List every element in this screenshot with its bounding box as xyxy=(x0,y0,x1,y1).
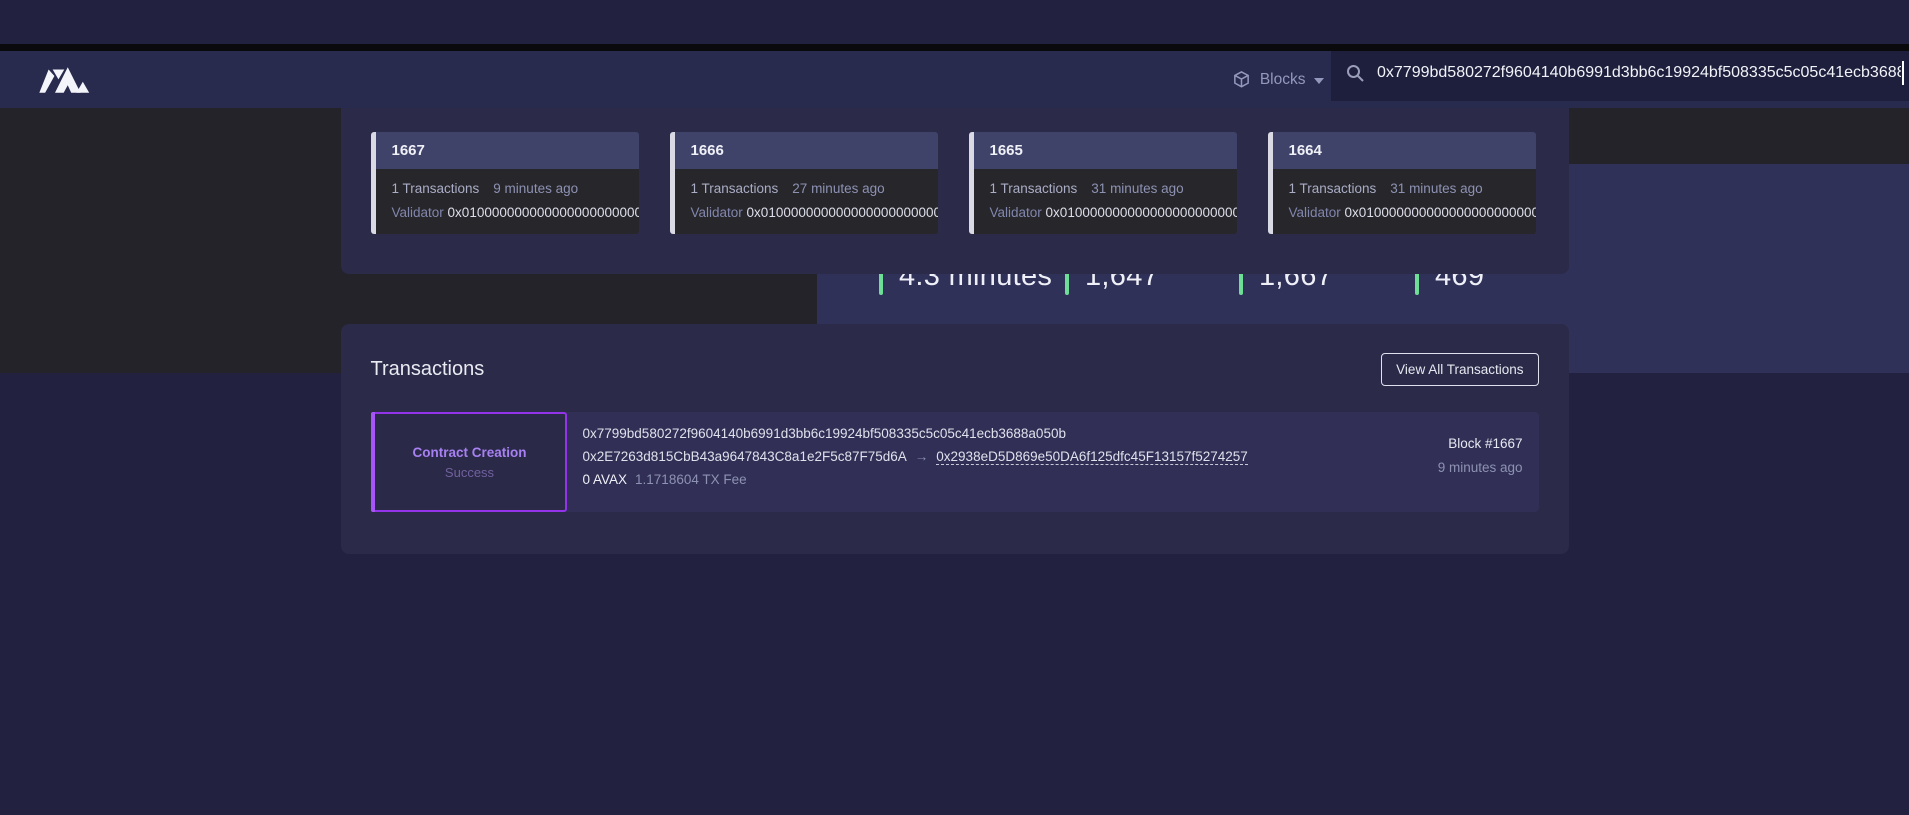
view-all-transactions-button[interactable]: View All Transactions xyxy=(1381,353,1538,386)
transaction-to-address[interactable]: 0x2938eD5D869e50DA6f125dfc45F13157f52742… xyxy=(936,449,1248,465)
transaction-age: 9 minutes ago xyxy=(1438,460,1523,475)
top-strip xyxy=(0,44,1909,51)
transactions-section: Transactions View All Transactions Contr… xyxy=(341,324,1569,554)
block-tx-count: 1 Transactions xyxy=(1289,181,1377,196)
transactions-section-title: Transactions xyxy=(371,358,485,381)
validator-label: Validator xyxy=(1289,205,1341,220)
search-input[interactable] xyxy=(1377,64,1901,82)
search-icon xyxy=(1345,63,1365,83)
validator-label: Validator xyxy=(990,205,1042,220)
block-card[interactable]: 1665 1 Transactions 31 minutes ago Valida… xyxy=(969,132,1237,234)
transaction-fee: 1.1718604 TX Fee xyxy=(635,472,747,487)
validator-address: 0x010000000000000000000000... xyxy=(747,205,938,220)
transaction-from-address[interactable]: 0x2E7263d815CbB43a9647843C8a1e2F5c87F75d… xyxy=(583,449,907,464)
transaction-status-badge: Contract Creation Success xyxy=(371,412,567,512)
block-age: 9 minutes ago xyxy=(493,181,578,196)
block-tx-count: 1 Transactions xyxy=(392,181,480,196)
navbar: Blocks Transactions Accounts xyxy=(0,44,1909,108)
block-age: 31 minutes ago xyxy=(1091,181,1183,196)
avalanche-logo[interactable] xyxy=(37,64,95,96)
block-age: 31 minutes ago xyxy=(1390,181,1482,196)
block-card[interactable]: 1667 1 Transactions 9 minutes ago Validat… xyxy=(371,132,639,234)
transaction-row[interactable]: Contract Creation Success 0x7799bd580272… xyxy=(371,412,1539,512)
block-card-list: 1667 1 Transactions 9 minutes ago Validat… xyxy=(341,132,1569,234)
transaction-result: Success xyxy=(445,465,494,480)
cube-icon xyxy=(1232,70,1251,89)
transaction-hash[interactable]: 0x7799bd580272f9604140b6991d3bb6c19924bf… xyxy=(583,426,1438,441)
page: Blocks Transactions Accounts xyxy=(0,44,1909,815)
block-number[interactable]: 1664 xyxy=(1289,142,1322,159)
validator-label: Validator xyxy=(691,205,743,220)
transaction-block-link[interactable]: Block #1667 xyxy=(1438,436,1523,451)
block-tx-count: 1 Transactions xyxy=(691,181,779,196)
block-card[interactable]: 1666 1 Transactions 27 minutes ago Valida… xyxy=(670,132,938,234)
transaction-type: Contract Creation xyxy=(412,445,526,460)
validator-label: Validator xyxy=(392,205,444,220)
validator-address: 0x010000000000000000000000... xyxy=(448,205,639,220)
nav-blocks[interactable]: Blocks xyxy=(1232,70,1325,89)
block-tx-count: 1 Transactions xyxy=(990,181,1078,196)
validator-address: 0x010000000000000000000000... xyxy=(1345,205,1536,220)
block-number[interactable]: 1665 xyxy=(990,142,1023,159)
transaction-details: 0x7799bd580272f9604140b6991d3bb6c19924bf… xyxy=(567,412,1438,512)
block-age: 27 minutes ago xyxy=(792,181,884,196)
block-number[interactable]: 1666 xyxy=(691,142,724,159)
nav-blocks-label: Blocks xyxy=(1260,71,1306,89)
block-number[interactable]: 1667 xyxy=(392,142,425,159)
transaction-meta: Block #1667 9 minutes ago xyxy=(1438,412,1539,512)
validator-address: 0x010000000000000000000000... xyxy=(1046,205,1237,220)
transaction-list: Contract Creation Success 0x7799bd580272… xyxy=(341,412,1569,512)
text-caret xyxy=(1902,61,1904,85)
transaction-amount: 0 AVAX xyxy=(583,472,628,487)
block-card[interactable]: 1664 1 Transactions 31 minutes ago Valida… xyxy=(1268,132,1536,234)
arrow-right-icon: → xyxy=(915,449,929,464)
search-bar[interactable] xyxy=(1331,44,1909,101)
chevron-down-icon xyxy=(1314,78,1324,84)
